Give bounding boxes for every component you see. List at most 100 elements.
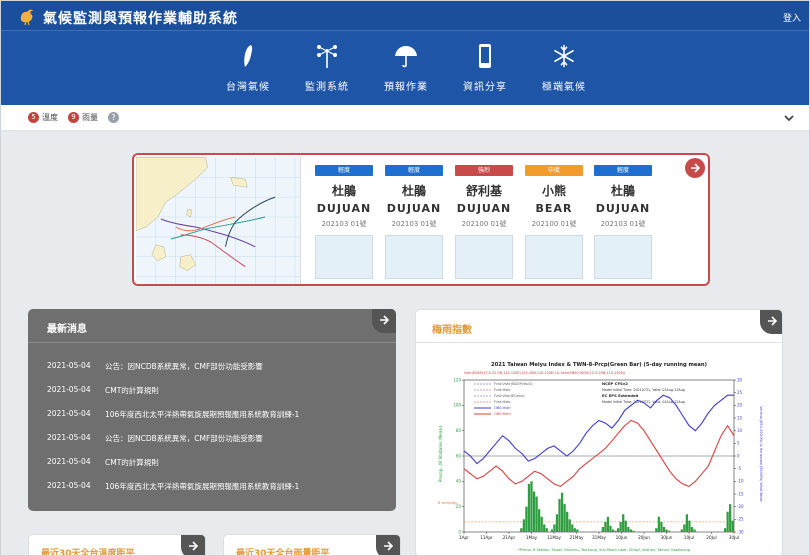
- news-header: 最新消息: [28, 309, 396, 343]
- typhoon-card[interactable]: 輕度 杜鵑 DUJUAN 202103 01號: [384, 165, 444, 279]
- precip-bar: [611, 529, 615, 532]
- typhoon-number: 202103 01號: [391, 220, 437, 228]
- nav-info-share[interactable]: 資訊分享: [450, 41, 520, 94]
- precip-bar: [662, 526, 666, 532]
- precip-bar: [655, 528, 658, 532]
- news-item[interactable]: 2021-05-04 CMT的計算規則: [47, 385, 387, 399]
- temperature-anomaly-card[interactable]: 最近30天全台溫度距平: [28, 534, 206, 556]
- nav-forecast[interactable]: 預報作業: [371, 41, 441, 94]
- typhoon-thumbnail: [315, 235, 373, 279]
- precip-bar: [624, 520, 627, 532]
- precip-bar: [627, 526, 630, 532]
- temperature-count-badge[interactable]: 5: [28, 112, 39, 123]
- card-title: 最近30天全台溫度距平: [41, 549, 135, 556]
- news-text: 公告：因NCDB系統異常，CMF部份功能受影響: [105, 434, 263, 443]
- chevron-down-icon[interactable]: [783, 112, 795, 124]
- precip-bar: [550, 529, 554, 532]
- weather-station-icon: [317, 45, 337, 68]
- precip-bar: [566, 511, 569, 532]
- typhoon-track-map[interactable]: [136, 157, 301, 284]
- meiyu-more-button[interactable]: [760, 310, 782, 334]
- filter-bar: 5 溫度 9 雨量 ?: [1, 105, 809, 131]
- login-link[interactable]: 登入: [783, 11, 801, 24]
- meiyu-index-chart[interactable]: 2021 Taiwan Meiyu Index & TWN-8-Prcp(Gre…: [434, 354, 764, 554]
- nav-extreme-climate[interactable]: 極端氣候: [529, 41, 599, 94]
- typhoon-name-en: DUJUAN: [456, 202, 512, 215]
- card-more-button[interactable]: [376, 535, 400, 555]
- typhoon-name-cn: 杜鵑: [610, 184, 635, 198]
- typhoon-thumbnail: [525, 235, 583, 279]
- precip-bar: [729, 504, 732, 532]
- news-item[interactable]: 2021-05-04 CMT的計算規則: [47, 457, 387, 471]
- typhoon-card[interactable]: 輕度 杜鵑 DUJUAN 202103 01號: [314, 165, 374, 279]
- typhoon-more-button[interactable]: [685, 158, 705, 178]
- precip-bar: [680, 529, 683, 532]
- umbrella-icon: [395, 46, 417, 68]
- typhoon-name-cn: 杜鵑: [331, 184, 356, 198]
- typhoon-number: 202103 01號: [600, 220, 646, 228]
- precip-bar: [535, 496, 538, 532]
- chart-title: 2021 Taiwan Meiyu Index & TWN-8-Prcp(Gre…: [491, 362, 707, 368]
- intensity-tag: 輕度: [385, 165, 443, 176]
- precip-bar: [601, 526, 604, 532]
- news-more-button[interactable]: [372, 309, 396, 333]
- card-more-button[interactable]: [181, 535, 205, 555]
- news-date: 2021-05-04: [47, 433, 91, 442]
- legend-entry: Fcst:Vshr(ECens): [494, 394, 525, 398]
- news-text: 106年度西北太平洋熱帶氣旋展期預報應用系統教育訓練-1: [105, 482, 300, 491]
- precip-bar: [553, 524, 556, 532]
- y-right-tick-label: 10: [737, 428, 743, 433]
- typhoon-card[interactable]: 強烈 舒利基 DUJUAN 202100 01號: [454, 165, 514, 279]
- news-item[interactable]: 2021-05-04 106年度西北太平洋熱帶氣旋展期預報應用系統教育訓練-1: [47, 409, 387, 423]
- rooster-logo-icon[interactable]: [17, 6, 37, 26]
- typhoon-number: 202100 01號: [531, 220, 577, 228]
- x-tick-label: 20Jun: [638, 535, 650, 540]
- temperature-filter-label[interactable]: 溫度: [42, 112, 58, 123]
- news-date: 2021-05-04: [47, 361, 91, 370]
- x-tick-label: 31May: [592, 535, 607, 540]
- intensity-tag: 輕度: [594, 165, 652, 176]
- precip-bar: [604, 521, 607, 532]
- card-title: 最近30天全台雨量距平: [236, 549, 330, 556]
- x-tick-label: 11Apr: [480, 535, 493, 540]
- y-right-tick-label: 20: [737, 403, 743, 408]
- typhoon-card[interactable]: 輕度 杜鵑 DUJUAN 202103 01號: [593, 165, 653, 279]
- nav-taiwan-climate[interactable]: 台灣氣候: [213, 41, 283, 94]
- news-item[interactable]: 2021-05-04 106年度西北太平洋熱帶氣旋展期預報應用系統教育訓練-1: [47, 481, 387, 495]
- y-right-tick-label: -15: [737, 491, 744, 496]
- typhoon-name-cn: 小熊: [541, 184, 566, 198]
- precip-bar: [538, 509, 541, 532]
- arrow-right-icon: [768, 316, 778, 326]
- precip-bar: [683, 524, 686, 532]
- legend-entry: Fcst:Hshr: [494, 400, 511, 404]
- legend-entry: OBS:Hshr: [494, 412, 512, 416]
- precip-bar: [573, 528, 576, 532]
- rainfall-filter-label[interactable]: 雨量: [82, 112, 98, 123]
- nav-label: 資訊分享: [463, 82, 507, 93]
- precip-bar: [688, 520, 691, 532]
- nav-monitoring[interactable]: 監測系統: [292, 41, 362, 94]
- precip-bar: [657, 516, 660, 532]
- help-icon[interactable]: ?: [108, 112, 119, 123]
- news-item[interactable]: 2021-05-04 公告：因NCDB系統異常，CMF部份功能受影響: [47, 433, 387, 447]
- rainfall-count-badge[interactable]: 9: [68, 112, 79, 123]
- precip-bar: [693, 529, 696, 532]
- rainfall-anomaly-card[interactable]: 最近30天全台雨量距平: [223, 534, 401, 556]
- precip-bar: [629, 529, 632, 532]
- main-nav: 台灣氣候 監測系統 預報作業 資訊分享 極端氣候: [1, 41, 809, 97]
- typhoon-card[interactable]: 中度 小熊 BEAR 202100 01號: [524, 165, 584, 279]
- typhoon-thumbnail: [385, 235, 443, 279]
- y-right-tick-label: 15: [737, 415, 743, 420]
- taiwan-icon: [244, 45, 253, 67]
- chart-xlabel: *Precip: 8 Station: Taipei, Hsinchu, Tai…: [518, 548, 690, 552]
- arrow-right-icon: [380, 315, 390, 325]
- x-tick-label: 1May: [526, 535, 538, 540]
- precip-bar: [726, 511, 729, 532]
- chart-subtitle: Vshr(EN59(17.5-22.5N,115-120E)-(25-30N,1…: [464, 371, 626, 375]
- news-date: 2021-05-04: [47, 457, 91, 466]
- news-item[interactable]: 2021-05-04 公告：因NCDB系統異常，CMF部份功能受影響: [47, 361, 387, 375]
- precip-bar: [632, 530, 635, 532]
- precip-bar: [614, 530, 617, 532]
- typhoon-name-cn: 舒利基: [465, 184, 502, 198]
- y-left-tick-label: 120: [453, 377, 461, 382]
